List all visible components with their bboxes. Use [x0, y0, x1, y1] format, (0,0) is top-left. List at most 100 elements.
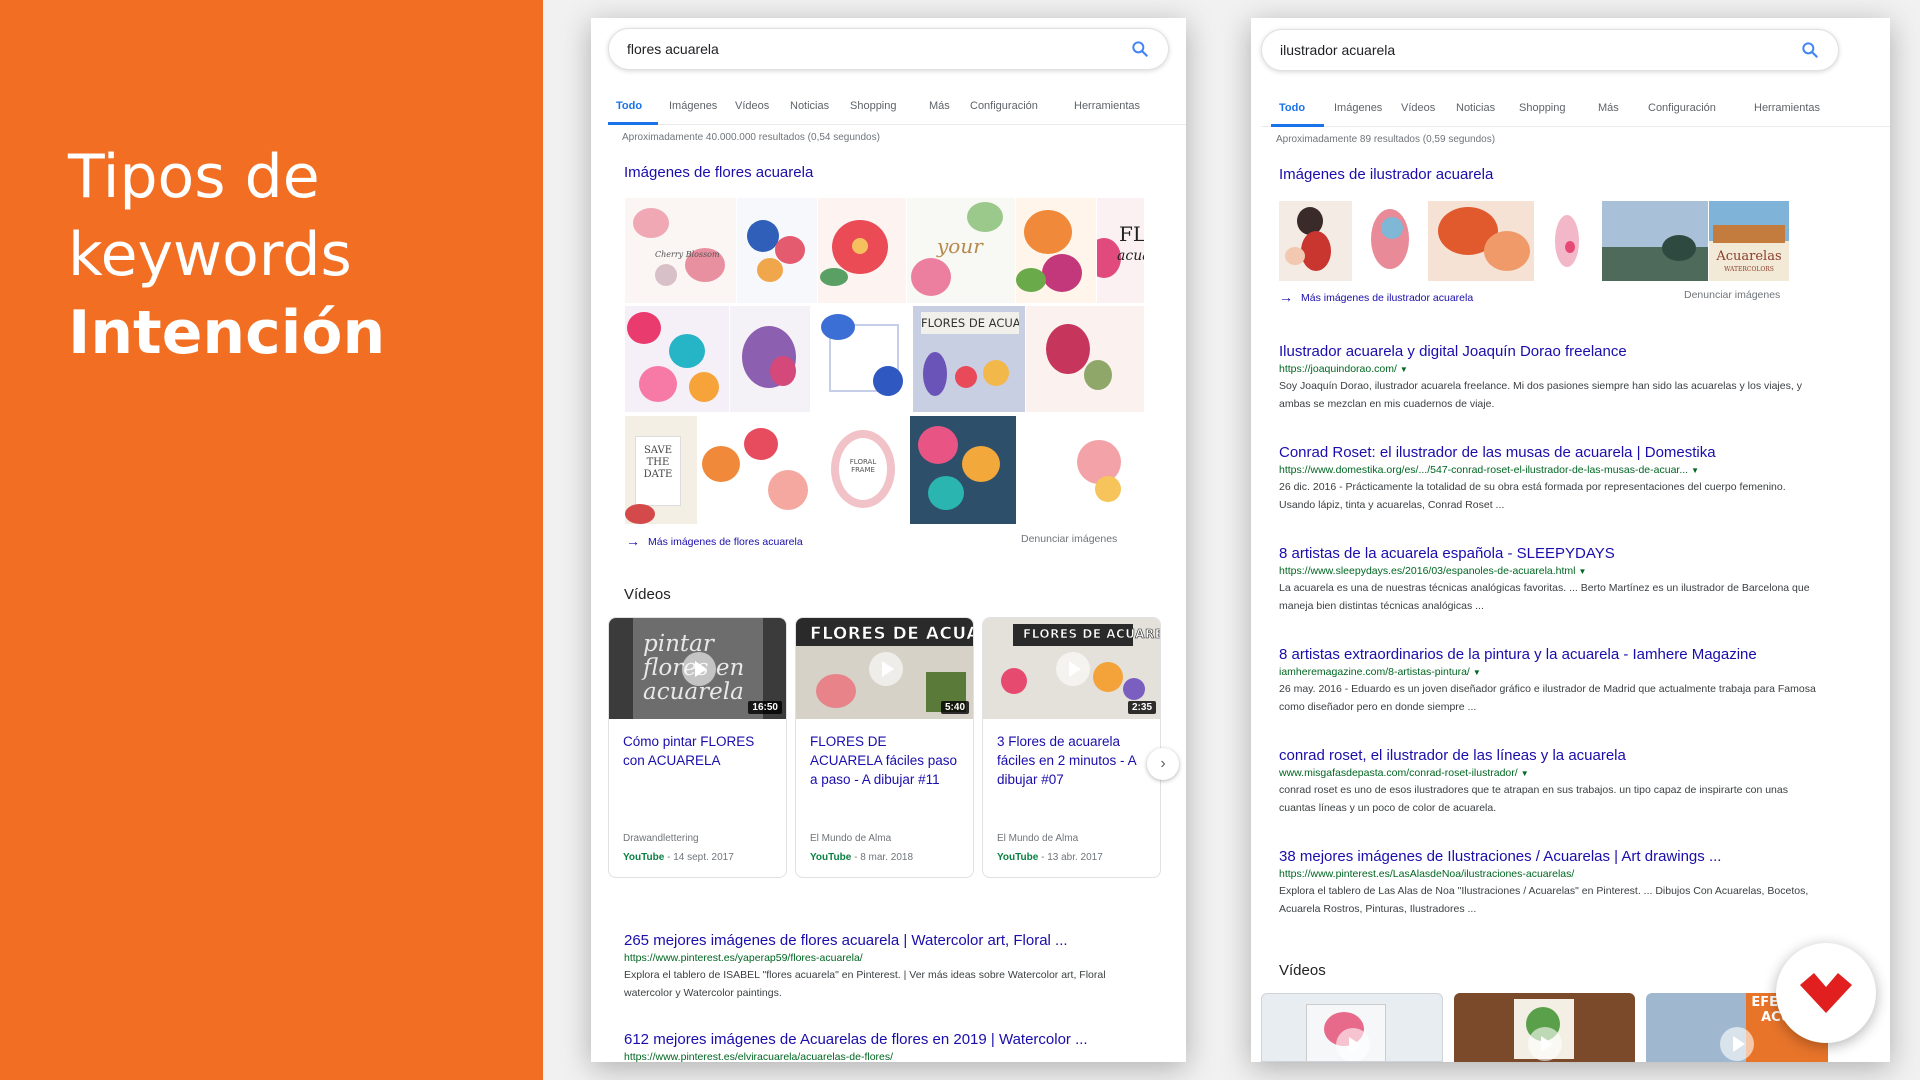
video-title[interactable]: Cómo pintar FLORES con ACUARELA	[623, 732, 773, 770]
image-result[interactable]	[1428, 201, 1534, 281]
video-card[interactable]: FLORES DE ACUARELA 2:35 3 Flores de acua…	[982, 617, 1161, 878]
result-url-text[interactable]: https://www.domestika.org/es/.../547-con…	[1279, 464, 1688, 476]
tab-herramientas[interactable]: Herramientas	[1074, 100, 1140, 112]
image-result[interactable]: Acuarelas WATERCOLORS	[1709, 201, 1789, 281]
images-section-title[interactable]: Imágenes de ilustrador acuarela	[1279, 166, 1493, 183]
result-url-text[interactable]: https://www.sleepydays.es/2016/03/espano…	[1279, 565, 1576, 577]
image-result[interactable]: FLORES DE ACUARE	[913, 306, 1025, 412]
image-result[interactable]	[1353, 201, 1427, 281]
result-url[interactable]: https://www.pinterest.es/LasAlasdeNoa/il…	[1279, 868, 1819, 880]
image-result[interactable]: your	[907, 198, 1015, 303]
result-url-text[interactable]: iamheremagazine.com/8-artistas-pintura/	[1279, 666, 1470, 678]
play-icon[interactable]	[1528, 1027, 1562, 1061]
caret-down-icon[interactable]: ▼	[1521, 769, 1529, 778]
video-thumbnail[interactable]: pintar flores en acuarela 16:50	[609, 618, 786, 719]
result-title[interactable]: 38 mejores imágenes de Ilustraciones / A…	[1279, 848, 1819, 865]
more-images-link[interactable]: → Más imágenes de flores acuarela	[626, 533, 803, 549]
tab-todo[interactable]: Todo	[1279, 102, 1305, 114]
video-title[interactable]: FLORES DE ACUARELA fáciles paso a paso -…	[810, 732, 960, 789]
play-icon[interactable]	[869, 652, 903, 686]
video-card[interactable]: FLORES DE ACUARELA 5:40 FLORES DE ACUARE…	[795, 617, 974, 878]
video-thumbnail[interactable]: FLORES DE ACUARELA 2:35	[983, 618, 1160, 719]
image-result[interactable]	[910, 416, 1016, 524]
tab-noticias[interactable]: Noticias	[1456, 102, 1495, 114]
play-icon[interactable]	[1336, 1028, 1370, 1061]
carousel-next-button[interactable]: ›	[1147, 748, 1179, 780]
images-section-title[interactable]: Imágenes de flores acuarela	[624, 164, 813, 181]
search-icon[interactable]	[1130, 39, 1150, 59]
slide-title-line-3: Intención	[68, 298, 386, 368]
image-result[interactable]	[1016, 198, 1096, 303]
result-url[interactable]: https://www.pinterest.es/elviracuarela/a…	[624, 1051, 1154, 1062]
search-box[interactable]: ilustrador acuarela	[1261, 29, 1839, 71]
tab-configuracion[interactable]: Configuración	[970, 100, 1038, 112]
video-thumbnail[interactable]	[1454, 993, 1635, 1062]
result-url-text[interactable]: https://joaquindorao.com/	[1279, 363, 1397, 375]
image-result[interactable]: SAVE THE DATE	[625, 416, 697, 524]
result-url[interactable]: https://www.domestika.org/es/.../547-con…	[1279, 464, 1819, 476]
search-box[interactable]: flores acuarela	[608, 28, 1169, 70]
result-title[interactable]: 612 mejores imágenes de Acuarelas de flo…	[624, 1031, 1154, 1048]
tab-mas[interactable]: Más	[1598, 102, 1619, 114]
search-query[interactable]: ilustrador acuarela	[1280, 42, 1395, 58]
video-thumbnail[interactable]: FLORES DE ACUARELA 5:40	[796, 618, 973, 719]
result-title[interactable]: Conrad Roset: el ilustrador de las musas…	[1279, 444, 1819, 461]
result-url[interactable]: iamheremagazine.com/8-artistas-pintura/▼	[1279, 666, 1819, 678]
tab-videos[interactable]: Vídeos	[735, 100, 769, 112]
report-images-link[interactable]: Denunciar imágenes	[1684, 289, 1780, 301]
image-result[interactable]	[818, 198, 906, 303]
tab-herramientas[interactable]: Herramientas	[1754, 102, 1820, 114]
tab-shopping[interactable]: Shopping	[1519, 102, 1566, 114]
caret-down-icon[interactable]: ▼	[1400, 365, 1408, 374]
image-result[interactable]	[1017, 416, 1144, 524]
tab-mas[interactable]: Más	[929, 100, 950, 112]
result-title[interactable]: conrad roset, el ilustrador de las línea…	[1279, 747, 1819, 764]
result-stats: Aproximadamente 40.000.000 resultados (0…	[622, 132, 880, 143]
image-result[interactable]	[1026, 306, 1144, 412]
image-result[interactable]	[737, 198, 817, 303]
image-result[interactable]: FLO acuarela	[1097, 198, 1144, 303]
search-query[interactable]: flores acuarela	[627, 41, 719, 57]
tab-shopping[interactable]: Shopping	[850, 100, 897, 112]
result-url-text[interactable]: www.misgafasdepasta.com/conrad-roset-ilu…	[1279, 767, 1518, 779]
caret-down-icon[interactable]: ▼	[1579, 567, 1587, 576]
search-icon[interactable]	[1800, 40, 1820, 60]
tab-imagenes[interactable]: Imágenes	[1334, 102, 1382, 114]
tab-videos[interactable]: Vídeos	[1401, 102, 1435, 114]
video-source: YouTube	[997, 852, 1039, 863]
image-result[interactable]	[1535, 201, 1601, 281]
tab-noticias[interactable]: Noticias	[790, 100, 829, 112]
video-title[interactable]: 3 Flores de acuarela fáciles en 2 minuto…	[997, 732, 1147, 789]
result-title[interactable]: 265 mejores imágenes de flores acuarela …	[624, 932, 1154, 949]
image-result[interactable]: FLORAL FRAME	[817, 416, 909, 524]
result-url-text[interactable]: https://www.pinterest.es/LasAlasdeNoa/il…	[1279, 868, 1574, 880]
tab-configuracion[interactable]: Configuración	[1648, 102, 1716, 114]
videos-heading: Vídeos	[624, 586, 671, 603]
image-result[interactable]	[625, 306, 729, 412]
result-title[interactable]: 8 artistas extraordinarios de la pintura…	[1279, 646, 1819, 663]
image-result[interactable]: Cherry Blossom	[625, 198, 736, 303]
video-thumbnail[interactable]	[1261, 993, 1443, 1062]
image-result[interactable]	[811, 306, 912, 412]
image-result[interactable]	[730, 306, 810, 412]
more-images-link[interactable]: → Más imágenes de ilustrador acuarela	[1279, 289, 1473, 305]
play-icon[interactable]	[1720, 1027, 1754, 1061]
result-title[interactable]: 8 artistas de la acuarela española - SLE…	[1279, 545, 1819, 562]
result-url[interactable]: https://www.pinterest.es/yaperap59/flore…	[624, 952, 1154, 964]
image-result[interactable]	[1602, 201, 1708, 281]
tab-imagenes[interactable]: Imágenes	[669, 100, 717, 112]
play-icon[interactable]	[1056, 652, 1090, 686]
tab-todo[interactable]: Todo	[616, 100, 642, 112]
report-images-link[interactable]: Denunciar imágenes	[1021, 533, 1117, 545]
image-result[interactable]	[698, 416, 816, 524]
image-result[interactable]	[1279, 201, 1352, 281]
result-url[interactable]: www.misgafasdepasta.com/conrad-roset-ilu…	[1279, 767, 1819, 779]
result-url[interactable]: https://joaquindorao.com/▼	[1279, 363, 1819, 375]
search-result: Ilustrador acuarela y digital Joaquín Do…	[1279, 343, 1819, 413]
result-title[interactable]: Ilustrador acuarela y digital Joaquín Do…	[1279, 343, 1819, 360]
result-url[interactable]: https://www.sleepydays.es/2016/03/espano…	[1279, 565, 1819, 577]
caret-down-icon[interactable]: ▼	[1691, 466, 1699, 475]
caret-down-icon[interactable]: ▼	[1473, 668, 1481, 677]
play-icon[interactable]	[682, 652, 716, 686]
video-card[interactable]: pintar flores en acuarela 16:50 Cómo pin…	[608, 617, 787, 878]
